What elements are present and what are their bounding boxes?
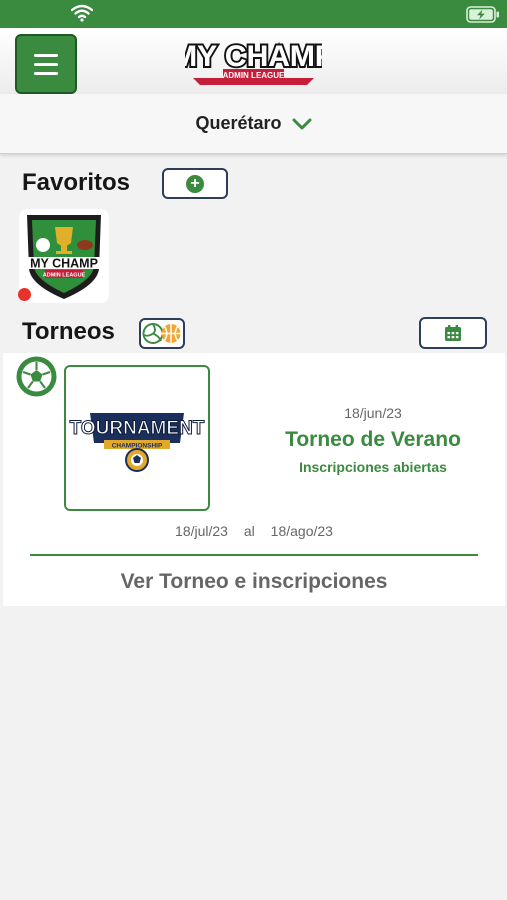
soccer-ball-icon xyxy=(16,356,57,397)
status-dot xyxy=(18,288,31,301)
tournament-name: Torneo de Verano xyxy=(285,428,461,451)
app-header: MY CHAMP MY CHAMP ADMIN LEAGUE xyxy=(0,28,507,98)
svg-text:ADMIN LEAGUE: ADMIN LEAGUE xyxy=(223,71,285,80)
tournaments-title: Torneos xyxy=(22,318,115,345)
favorites-title: Favoritos xyxy=(22,169,131,196)
svg-text:TOURNAMENT: TOURNAMENT xyxy=(70,418,205,439)
basketball-icon xyxy=(161,324,181,343)
registration-date: 18/jun/23 xyxy=(344,405,402,421)
league-shield-logo: MY CHAMP ADMIN LEAGUE xyxy=(23,215,105,299)
registration-status: Inscripciones abiertas xyxy=(299,459,447,475)
svg-text:★: ★ xyxy=(104,441,110,449)
city-selector[interactable]: Querétaro xyxy=(0,94,507,154)
card-divider xyxy=(30,554,478,556)
svg-text:ADMIN LEAGUE: ADMIN LEAGUE xyxy=(43,273,86,279)
end-date: 18/ago/23 xyxy=(270,523,333,539)
favorite-league-card[interactable]: MY CHAMP ADMIN LEAGUE xyxy=(19,209,109,303)
app-logo: MY CHAMP MY CHAMP ADMIN LEAGUE xyxy=(185,38,322,85)
calendar-icon xyxy=(445,325,461,341)
menu-button[interactable] xyxy=(15,34,77,94)
tournament-card[interactable]: TOURNAMENT CHAMPIONSHIP ★ ★ 18/jun/23 To… xyxy=(3,353,505,606)
svg-text:MY CHAMP: MY CHAMP xyxy=(30,257,98,271)
tournament-logo: TOURNAMENT CHAMPIONSHIP ★ ★ xyxy=(64,365,210,511)
sport-filter-button[interactable] xyxy=(139,318,185,349)
plus-circle-icon: + xyxy=(186,174,204,193)
start-date: 18/jul/23 xyxy=(175,523,228,539)
calendar-button[interactable] xyxy=(419,317,487,349)
volleyball-icon xyxy=(142,323,164,344)
view-tournament-link[interactable]: Ver Torneo e inscripciones xyxy=(3,570,505,594)
status-bar xyxy=(0,0,507,28)
tournament-date-range: 18/jul/23 al 18/ago/23 xyxy=(3,523,505,539)
battery-charging-icon xyxy=(466,6,499,23)
city-name: Querétaro xyxy=(195,113,282,133)
wifi-icon xyxy=(71,4,93,22)
chevron-down-icon xyxy=(292,118,312,129)
add-favorite-button[interactable]: + xyxy=(162,168,228,199)
svg-text:★: ★ xyxy=(164,441,170,449)
svg-text:MY CHAMP: MY CHAMP xyxy=(185,40,322,73)
hamburger-menu-icon xyxy=(34,53,58,57)
date-separator: al xyxy=(243,523,255,539)
